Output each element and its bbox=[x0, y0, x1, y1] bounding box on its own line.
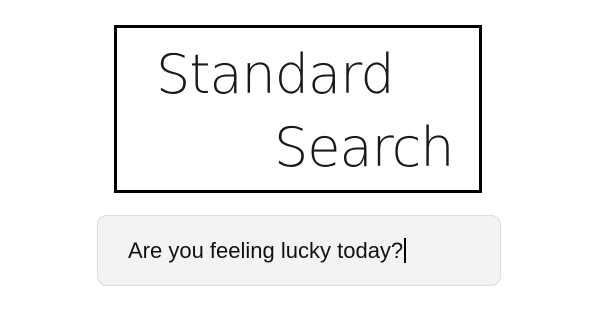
search-input-value: Are you feeling lucky today? bbox=[128, 238, 404, 263]
logo-text-line-1: Standard bbox=[156, 43, 395, 106]
logo-text-line-2: Search bbox=[274, 116, 455, 179]
page: Standard Search Are you feeling lucky to… bbox=[0, 0, 600, 315]
text-caret bbox=[404, 238, 407, 263]
search-input[interactable]: Are you feeling lucky today? bbox=[128, 236, 488, 266]
logo: Standard Search bbox=[114, 25, 482, 193]
search-box[interactable]: Are you feeling lucky today? bbox=[97, 215, 501, 286]
